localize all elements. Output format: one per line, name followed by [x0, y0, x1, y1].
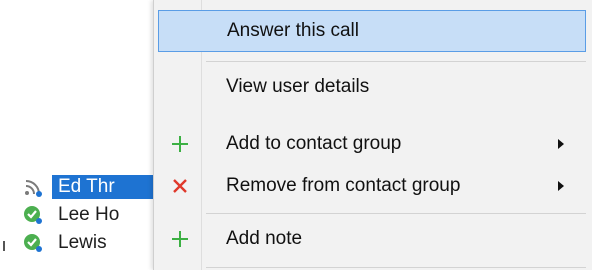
- menu-item-label: Add to contact group: [226, 133, 402, 154]
- menu-item-add-to-contact-group[interactable]: Add to contact group: [158, 123, 586, 165]
- list-scroll-edge: [3, 241, 5, 251]
- menu-item-remove-from-contact-group[interactable]: Remove from contact group: [158, 165, 586, 207]
- menu-item-label: Remove from contact group: [226, 175, 461, 196]
- close-icon: [158, 165, 202, 207]
- menu-item-label: View user details: [226, 76, 370, 97]
- menu-item-view-user-details[interactable]: View user details: [158, 66, 586, 108]
- menu-item-label: Answer this call: [227, 20, 359, 41]
- menu-separator: [206, 267, 586, 268]
- menu-item-add-note[interactable]: Add note: [158, 218, 586, 260]
- menu-item-label: Add note: [226, 228, 303, 249]
- submenu-arrow-icon: [558, 181, 564, 191]
- contact-row-lee[interactable]: Lee Ho: [20, 202, 170, 228]
- submenu-arrow-icon: [558, 139, 564, 149]
- menu-separator: [206, 61, 586, 62]
- menu-separator: [206, 213, 586, 214]
- ringing-icon: [20, 175, 46, 199]
- contact-row-lewis[interactable]: Lewis: [20, 230, 170, 256]
- menu-item-answer-call[interactable]: Answer this call: [158, 10, 586, 52]
- contact-row-ed[interactable]: Ed Thr: [20, 174, 170, 200]
- context-menu: Answer this call View user details Add t…: [153, 0, 592, 270]
- contact-list: Ed Thr Lee Ho Lewis: [0, 0, 170, 270]
- plus-icon: [158, 218, 202, 260]
- available-icon: [20, 203, 46, 227]
- plus-icon: [158, 123, 202, 165]
- available-icon: [20, 231, 46, 255]
